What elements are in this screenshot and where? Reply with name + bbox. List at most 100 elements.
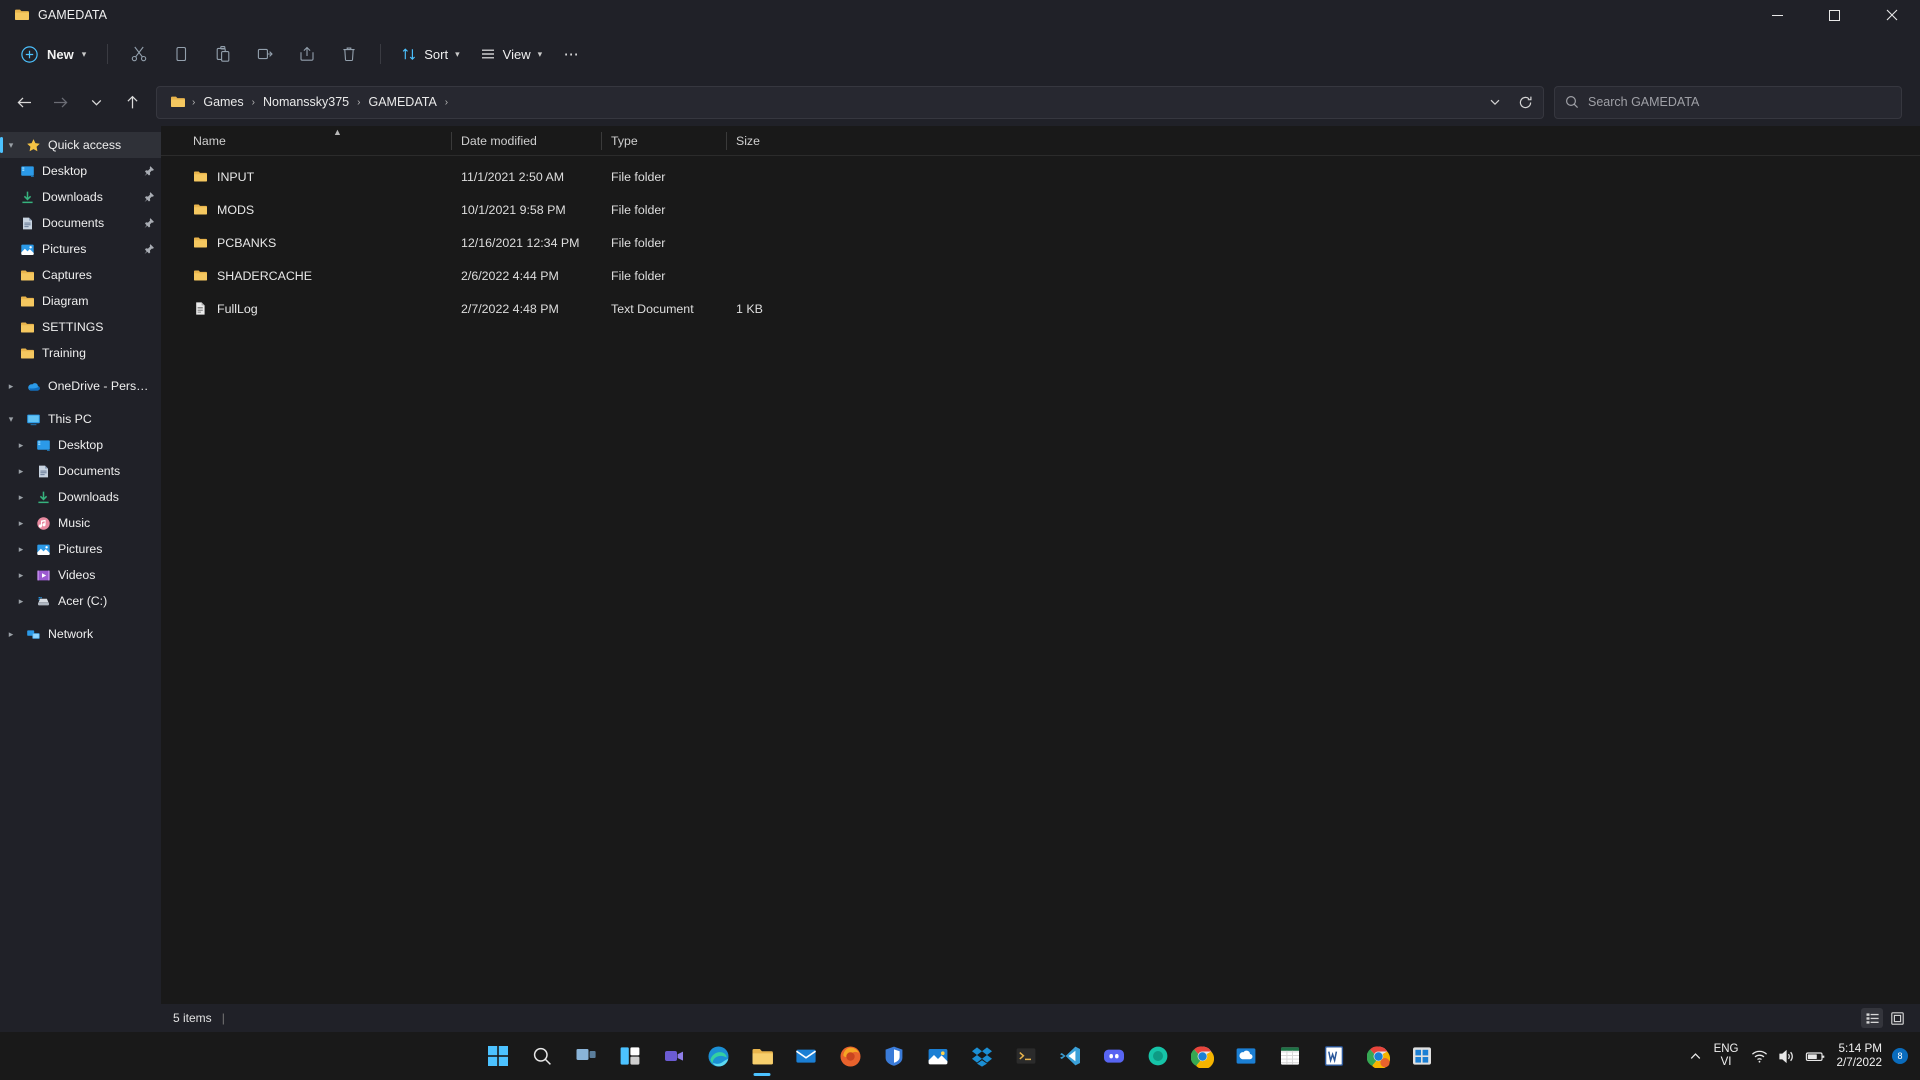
pin-icon[interactable]	[143, 243, 155, 255]
column-header-size[interactable]: Size	[726, 126, 816, 156]
sidebar-item-documents-quick[interactable]: Documents	[0, 210, 161, 236]
paste-button[interactable]	[203, 36, 243, 72]
dropbox-button[interactable]	[960, 1034, 1004, 1078]
address-bar[interactable]: › Games › Nomanssky375 › GAMEDATA ›	[156, 86, 1544, 119]
sidebar-item-training[interactable]: Training	[0, 340, 161, 366]
sidebar-item-music[interactable]: ▸ Music	[0, 510, 161, 536]
chevron-right-icon[interactable]: ▸	[10, 518, 32, 529]
task-view-button[interactable]	[564, 1034, 608, 1078]
chevron-right-icon[interactable]: ▸	[0, 381, 22, 392]
sidebar-item-desktop-pc[interactable]: ▸ Desktop	[0, 432, 161, 458]
breadcrumb-item-gamedata[interactable]: GAMEDATA	[362, 92, 442, 112]
cut-button[interactable]	[119, 36, 159, 72]
sidebar-item-desktop-quick[interactable]: Desktop	[0, 158, 161, 184]
sidebar-item-documents-pc[interactable]: ▸ Documents	[0, 458, 161, 484]
photos-button[interactable]	[916, 1034, 960, 1078]
search-box[interactable]: Search GAMEDATA	[1554, 86, 1902, 119]
new-button[interactable]: New ▾	[14, 38, 96, 70]
see-more-button[interactable]: ⋯	[553, 38, 591, 70]
sidebar-item-videos[interactable]: ▸ Videos	[0, 562, 161, 588]
sidebar-item-network[interactable]: ▸ Network	[0, 621, 161, 647]
webex-button[interactable]	[1136, 1034, 1180, 1078]
sidebar-item-pictures-quick[interactable]: Pictures	[0, 236, 161, 262]
table-row[interactable]: INPUT 11/1/2021 2:50 AM File folder	[161, 160, 1920, 193]
search-input[interactable]: Search GAMEDATA	[1588, 95, 1699, 109]
teams-button[interactable]	[652, 1034, 696, 1078]
details-view-button[interactable]	[1861, 1008, 1883, 1028]
chevron-down-icon[interactable]: ▾	[0, 414, 22, 425]
sidebar-item-acer-c[interactable]: ▸ Acer (C:)	[0, 588, 161, 614]
delete-button[interactable]	[329, 36, 369, 72]
chevron-right-icon[interactable]: ▸	[10, 596, 32, 607]
pin-icon[interactable]	[143, 191, 155, 203]
copy-button[interactable]	[161, 36, 201, 72]
chevron-right-icon[interactable]: ▸	[10, 570, 32, 581]
sidebar-item-diagram[interactable]: Diagram	[0, 288, 161, 314]
sidebar-item-captures[interactable]: Captures	[0, 262, 161, 288]
chrome-profile-button[interactable]	[1356, 1034, 1400, 1078]
word-button[interactable]	[1312, 1034, 1356, 1078]
refresh-button[interactable]	[1511, 89, 1539, 116]
chevron-down-icon[interactable]: ▾	[0, 140, 22, 151]
column-header-name[interactable]: Name ▲	[183, 126, 451, 156]
table-row[interactable]: SHADERCACHE 2/6/2022 4:44 PM File folder	[161, 259, 1920, 292]
edge-button[interactable]	[696, 1034, 740, 1078]
pin-icon[interactable]	[143, 217, 155, 229]
rename-button[interactable]	[245, 36, 285, 72]
table-row[interactable]: PCBANKS 12/16/2021 12:34 PM File folder	[161, 226, 1920, 259]
onedrive-sync-button[interactable]	[1224, 1034, 1268, 1078]
maximize-button[interactable]	[1806, 0, 1863, 30]
sidebar-item-downloads-pc[interactable]: ▸ Downloads	[0, 484, 161, 510]
terminal-button[interactable]	[1004, 1034, 1048, 1078]
large-icons-view-button[interactable]	[1886, 1008, 1908, 1028]
pin-icon[interactable]	[143, 165, 155, 177]
chrome-button[interactable]	[1180, 1034, 1224, 1078]
notification-badge[interactable]: 8	[1892, 1048, 1908, 1064]
sidebar-item-quick-access[interactable]: ▾ Quick access	[0, 132, 161, 158]
clock[interactable]: 5:14 PM 2/7/2022	[1831, 1042, 1891, 1070]
chevron-right-icon[interactable]: ▸	[10, 492, 32, 503]
breadcrumb-item-games[interactable]: Games	[197, 92, 249, 112]
bitwarden-button[interactable]	[872, 1034, 916, 1078]
widgets-button[interactable]	[608, 1034, 652, 1078]
chevron-right-icon[interactable]: ▸	[0, 629, 22, 640]
vscode-button[interactable]	[1048, 1034, 1092, 1078]
chevron-right-icon[interactable]: ▸	[10, 544, 32, 555]
forward-button[interactable]	[42, 85, 78, 119]
recent-locations-button[interactable]	[78, 85, 114, 119]
speaker-icon[interactable]	[1773, 1036, 1800, 1076]
file-explorer-button[interactable]	[740, 1034, 784, 1078]
file-name-cell: PCBANKS	[183, 235, 451, 250]
column-header-date-modified[interactable]: Date modified	[451, 126, 601, 156]
start-button[interactable]	[476, 1034, 520, 1078]
sidebar-item-downloads-quick[interactable]: Downloads	[0, 184, 161, 210]
previous-locations-button[interactable]	[1481, 89, 1509, 116]
discord-button[interactable]	[1092, 1034, 1136, 1078]
sidebar-item-settings[interactable]: SETTINGS	[0, 314, 161, 340]
wifi-icon[interactable]	[1746, 1036, 1773, 1076]
breadcrumb-item-nomanssky375[interactable]: Nomanssky375	[257, 92, 355, 112]
language-indicator[interactable]: ENG VI	[1707, 1043, 1746, 1069]
share-button[interactable]	[287, 36, 327, 72]
sidebar-item-pictures-pc[interactable]: ▸ Pictures	[0, 536, 161, 562]
back-button[interactable]	[6, 85, 42, 119]
table-row[interactable]: MODS 10/1/2021 9:58 PM File folder	[161, 193, 1920, 226]
view-button[interactable]: View ▾	[471, 38, 551, 70]
search-button[interactable]	[520, 1034, 564, 1078]
close-button[interactable]	[1863, 0, 1920, 30]
minimize-button[interactable]	[1749, 0, 1806, 30]
table-row[interactable]: FullLog 2/7/2022 4:48 PM Text Document 1…	[161, 292, 1920, 325]
battery-icon[interactable]	[1800, 1036, 1831, 1076]
excel-button[interactable]	[1268, 1034, 1312, 1078]
up-button[interactable]	[114, 85, 150, 119]
column-header-type[interactable]: Type	[601, 126, 726, 156]
show-hidden-icons-button[interactable]	[1684, 1036, 1707, 1076]
sort-button[interactable]: Sort ▾	[392, 38, 468, 70]
sidebar-item-onedrive[interactable]: ▸ OneDrive - Personal	[0, 373, 161, 399]
sidebar-item-this-pc[interactable]: ▾ This PC	[0, 406, 161, 432]
chevron-right-icon[interactable]: ▸	[10, 440, 32, 451]
firefox-button[interactable]	[828, 1034, 872, 1078]
mail-button[interactable]	[784, 1034, 828, 1078]
microsoft-store-button[interactable]	[1400, 1034, 1444, 1078]
chevron-right-icon[interactable]: ▸	[10, 466, 32, 477]
